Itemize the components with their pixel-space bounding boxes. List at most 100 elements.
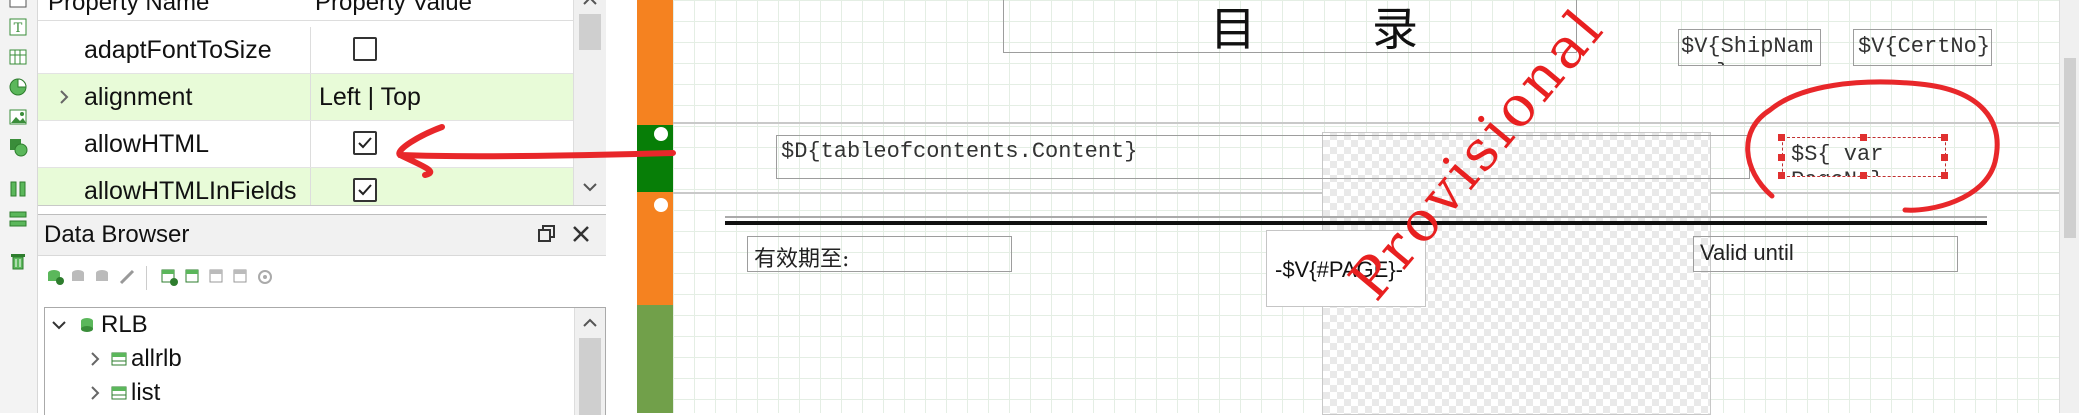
- remove-datasource-icon[interactable]: [94, 268, 112, 286]
- chevron-down-icon[interactable]: [49, 315, 69, 335]
- property-value[interactable]: [310, 168, 574, 205]
- chart-icon[interactable]: [7, 76, 29, 98]
- property-row-adaptfonttosize[interactable]: adaptFontToSize: [38, 27, 573, 74]
- tree-node-allrlb[interactable]: allrlb: [85, 342, 545, 376]
- var-field-overflow: PageNo}: [1791, 168, 1883, 176]
- restore-icon[interactable]: [533, 221, 559, 247]
- property-row-allowhtmlinfields[interactable]: allowHTMLInFields: [38, 168, 574, 205]
- table-properties-icon[interactable]: [208, 268, 226, 286]
- shape-icon[interactable]: [7, 136, 29, 158]
- toolbar-separator: [146, 266, 147, 290]
- checkmark-icon: [358, 184, 372, 196]
- chevron-right-icon[interactable]: [85, 349, 105, 369]
- text-icon[interactable]: T: [7, 16, 29, 38]
- valid-until-en-text: Valid until: [1700, 240, 1794, 265]
- edit-datasource-icon[interactable]: [70, 268, 88, 286]
- property-name: adaptFontToSize: [84, 36, 272, 64]
- data-browser-titlebar: Data Browser: [38, 215, 606, 256]
- property-grid-scrollbar[interactable]: [573, 0, 606, 205]
- delete-table-icon[interactable]: [232, 268, 250, 286]
- selection-handle[interactable]: [1941, 154, 1948, 161]
- refresh-icon[interactable]: [256, 268, 274, 286]
- divider-line: [725, 216, 1987, 218]
- scrollbar-thumb[interactable]: [579, 338, 601, 415]
- component-toolbar: T: [0, 0, 38, 413]
- table-icon: [111, 352, 127, 366]
- add-table-icon[interactable]: [160, 268, 178, 286]
- svg-text:T: T: [14, 21, 23, 36]
- canvas-scrollbar[interactable]: [2059, 0, 2079, 413]
- data-tree: RLB allrlb list: [44, 307, 606, 415]
- property-value[interactable]: Left | Top: [310, 74, 574, 120]
- valid-until-en-field[interactable]: Valid until: [1693, 236, 1958, 272]
- selection-handle[interactable]: [1860, 134, 1867, 141]
- certno-field[interactable]: $V{CertNo}: [1853, 29, 1992, 66]
- property-grid-header: Property Name Property Value: [38, 0, 606, 21]
- band-handle[interactable]: [654, 198, 668, 212]
- selection-handle[interactable]: [1941, 172, 1948, 179]
- property-grid: Property Name Property Value adaptFontTo…: [38, 0, 606, 206]
- var-field-text: $S{ var: [1791, 142, 1884, 167]
- data-browser-title: Data Browser: [44, 221, 190, 248]
- shipname-field-text: $V{ShipNam: [1681, 34, 1814, 59]
- chevron-right-icon[interactable]: [85, 383, 105, 403]
- chevron-up-icon[interactable]: [582, 0, 598, 8]
- shipname-field-overflow: e}: [1703, 60, 1729, 65]
- link-icon[interactable]: [118, 268, 136, 286]
- checkbox-unchecked[interactable]: [353, 37, 377, 61]
- header-property-value: Property Value: [315, 0, 472, 16]
- selection-handle[interactable]: [1778, 134, 1785, 141]
- property-value[interactable]: [310, 121, 574, 167]
- valid-until-cn-field[interactable]: 有效期至:: [747, 236, 1012, 272]
- report-title-box[interactable]: 目 录: [1003, 0, 1577, 53]
- image-icon[interactable]: [7, 106, 29, 128]
- selection-handle[interactable]: [1860, 172, 1867, 179]
- tree-node-label: allrlb: [131, 345, 182, 372]
- report-title: 目 录: [1210, 2, 1426, 53]
- checkbox-checked[interactable]: [353, 131, 377, 155]
- header-property-name: Property Name: [48, 0, 210, 16]
- tree-node-label: list: [131, 379, 161, 406]
- checkmark-icon: [358, 137, 372, 149]
- content-field[interactable]: $D{tableofcontents.Content}: [776, 135, 1750, 179]
- band-icon[interactable]: [7, 0, 29, 14]
- chevron-up-icon[interactable]: [582, 316, 598, 330]
- property-value[interactable]: [310, 27, 574, 73]
- band-separator: [673, 122, 2059, 124]
- edit-table-icon[interactable]: [184, 268, 202, 286]
- data-tree-scrollbar[interactable]: [574, 308, 605, 415]
- delete-icon[interactable]: [7, 250, 29, 272]
- selection-handle[interactable]: [1778, 154, 1785, 161]
- property-row-alignment[interactable]: alignment Left | Top: [38, 74, 573, 121]
- band-page-header[interactable]: [637, 0, 673, 125]
- datasource-icon: [81, 318, 93, 332]
- rows-icon[interactable]: [7, 208, 29, 230]
- data-browser-toolbar: [38, 256, 606, 300]
- property-name: allowHTMLInFields: [84, 177, 297, 205]
- tree-node-label: RLB: [101, 311, 148, 338]
- tree-node-list[interactable]: list: [85, 376, 545, 410]
- property-row-allowhtml[interactable]: allowHTML: [38, 121, 573, 168]
- chevron-right-icon[interactable]: [54, 87, 74, 107]
- property-name: alignment: [84, 83, 193, 111]
- table-icon: [111, 386, 127, 400]
- property-name: allowHTML: [84, 130, 210, 158]
- selection-handle[interactable]: [1778, 172, 1785, 179]
- band-handle[interactable]: [654, 127, 668, 141]
- var-field[interactable]: $S{ var PageNo}: [1782, 137, 1946, 177]
- columns-icon[interactable]: [7, 178, 29, 200]
- valid-until-cn-text: 有效期至:: [754, 247, 850, 272]
- table-icon[interactable]: [7, 46, 29, 68]
- checkbox-checked[interactable]: [353, 178, 377, 202]
- scrollbar-thumb[interactable]: [579, 14, 601, 50]
- content-field-text: $D{tableofcontents.Content}: [781, 139, 1138, 164]
- shipname-field[interactable]: $V{ShipNam e}: [1678, 29, 1821, 66]
- add-datasource-icon[interactable]: [46, 268, 64, 286]
- tree-node-rlb[interactable]: RLB: [49, 308, 549, 342]
- close-icon[interactable]: [568, 221, 594, 247]
- selection-handle[interactable]: [1941, 134, 1948, 141]
- chevron-down-icon[interactable]: [582, 180, 598, 194]
- scrollbar-thumb[interactable]: [2064, 58, 2076, 238]
- certno-field-text: $V{CertNo}: [1858, 34, 1991, 59]
- data-browser-panel: Data Browser RLB allrlb list: [38, 214, 606, 415]
